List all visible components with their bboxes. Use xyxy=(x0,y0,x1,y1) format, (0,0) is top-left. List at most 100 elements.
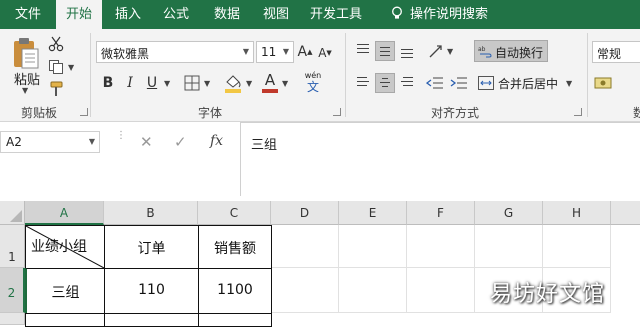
align-top-button[interactable] xyxy=(353,41,373,61)
borders-dropdown-icon[interactable]: ▼ xyxy=(204,79,210,88)
insert-function-icon[interactable]: fx xyxy=(210,133,223,149)
cell-a1-value: 业绩小组 xyxy=(31,239,87,255)
group-divider xyxy=(587,33,588,117)
font-name-combo[interactable]: 微软雅黑 ▼ xyxy=(96,41,254,63)
cell-c1[interactable]: 销售额 xyxy=(198,225,272,269)
cell[interactable] xyxy=(407,225,475,268)
column-header-b[interactable]: B xyxy=(104,201,198,225)
column-header-partial[interactable] xyxy=(611,201,640,225)
watermark-text: 易坊好文馆 xyxy=(490,282,606,307)
clipboard-launcher-icon[interactable] xyxy=(80,108,88,116)
number-format-value: 常规 xyxy=(597,47,622,61)
wrap-text-button[interactable]: ab 自动换行 xyxy=(474,40,548,62)
wrap-text-icon: ab xyxy=(478,46,492,58)
tell-me-search[interactable]: 操作说明搜索 xyxy=(410,0,492,29)
cell[interactable] xyxy=(339,225,407,268)
tab-data[interactable]: 数据 xyxy=(206,0,248,29)
name-box[interactable]: A2 ▼ xyxy=(0,131,100,153)
phonetic-guide-top: wén xyxy=(304,71,322,80)
align-bottom-button[interactable] xyxy=(397,41,417,61)
copy-icon[interactable] xyxy=(48,59,64,75)
cell-b2[interactable]: 110 xyxy=(104,268,199,314)
paste-dropdown-icon[interactable]: ▼ xyxy=(22,86,28,95)
orientation-dropdown-icon[interactable]: ▼ xyxy=(447,47,453,56)
tab-home[interactable]: 开始 xyxy=(56,0,102,29)
font-size-combo[interactable]: 11 ▼ xyxy=(256,41,294,63)
clipboard-group-label: 剪贴板 xyxy=(20,106,57,120)
lightbulb-icon xyxy=(392,6,402,19)
formula-input[interactable]: 三组 xyxy=(240,122,640,196)
number-group-label-partial: 数 xyxy=(633,106,640,118)
shrink-font-icon[interactable]: A ▼ xyxy=(318,44,332,62)
underline-button[interactable]: U xyxy=(144,73,160,93)
tab-formulas[interactable]: 公式 xyxy=(156,0,196,29)
cell[interactable] xyxy=(543,225,611,268)
align-left-button[interactable] xyxy=(353,73,373,93)
cell[interactable] xyxy=(339,268,407,313)
phonetic-guide-icon[interactable]: wén 文 xyxy=(300,71,326,95)
cell[interactable] xyxy=(271,268,339,313)
cell[interactable] xyxy=(407,268,475,313)
font-color-icon[interactable]: A xyxy=(262,71,278,89)
cell-b1[interactable]: 订单 xyxy=(104,225,199,269)
select-all-button[interactable] xyxy=(0,201,25,225)
cell-c1-value: 销售额 xyxy=(214,241,256,257)
number-format-combo[interactable]: 常规 xyxy=(592,41,640,63)
cell-a2[interactable]: 三组 xyxy=(25,268,105,314)
row-header-2[interactable]: 2 xyxy=(0,268,25,313)
chevron-down-icon: ▼ xyxy=(88,137,95,146)
fill-color-icon[interactable] xyxy=(224,73,242,93)
cell-b2-value: 110 xyxy=(138,282,165,298)
cell-c2[interactable]: 1100 xyxy=(198,268,272,314)
column-header-d[interactable]: D xyxy=(271,201,339,225)
formula-bar-grip-icon[interactable]: ⋮ xyxy=(116,131,126,151)
underline-dropdown-icon[interactable]: ▼ xyxy=(164,79,170,88)
column-header-h[interactable]: H xyxy=(543,201,611,225)
grow-font-icon[interactable]: A ▲ xyxy=(298,42,313,62)
cell-b1-value: 订单 xyxy=(137,241,166,257)
alignment-launcher-icon[interactable] xyxy=(574,108,582,116)
fill-color-dropdown-icon[interactable]: ▼ xyxy=(246,79,252,88)
column-header-e[interactable]: E xyxy=(339,201,407,225)
merge-center-button[interactable]: 合并后居中 ▼ xyxy=(474,72,584,94)
italic-button[interactable]: I xyxy=(122,73,138,93)
row-header-1[interactable]: 1 xyxy=(0,225,25,268)
font-launcher-icon[interactable] xyxy=(333,108,341,116)
cell-a2-value: 三组 xyxy=(51,285,80,301)
format-painter-icon[interactable] xyxy=(48,81,64,97)
align-right-button[interactable] xyxy=(397,73,417,93)
column-header-c[interactable]: C xyxy=(198,201,271,225)
decrease-indent-icon[interactable] xyxy=(426,75,444,91)
cut-icon[interactable] xyxy=(48,36,64,52)
column-header-a[interactable]: A xyxy=(25,201,104,225)
cell[interactable] xyxy=(475,225,543,268)
font-size-value: 11 xyxy=(261,45,277,59)
copy-dropdown-icon[interactable]: ▼ xyxy=(68,63,74,72)
align-center-button[interactable] xyxy=(375,73,395,93)
align-middle-button[interactable] xyxy=(375,41,395,61)
paste-icon[interactable] xyxy=(12,37,40,69)
chevron-down-icon: ▼ xyxy=(242,47,249,56)
font-color-dropdown-icon[interactable]: ▼ xyxy=(282,79,288,88)
orientation-icon[interactable] xyxy=(428,43,444,59)
svg-text:ab: ab xyxy=(478,46,486,53)
tab-developer[interactable]: 开发工具 xyxy=(304,0,368,29)
tab-insert[interactable]: 插入 xyxy=(108,0,148,29)
cell[interactable] xyxy=(271,225,339,268)
column-header-g[interactable]: G xyxy=(475,201,543,225)
tab-file[interactable]: 文件 xyxy=(8,0,48,29)
formula-controls: ✕ ✓ fx xyxy=(130,131,240,153)
font-color-letter: A xyxy=(264,71,276,89)
column-header-f[interactable]: F xyxy=(407,201,475,225)
shrink-font-letter: A xyxy=(318,46,327,60)
enter-icon[interactable]: ✓ xyxy=(174,133,187,151)
row-header-3[interactable] xyxy=(0,313,25,325)
ribbon-tab-bar: 文件 开始 插入 公式 数据 视图 开发工具 操作说明搜索 xyxy=(0,0,640,29)
cancel-icon[interactable]: ✕ xyxy=(140,133,153,151)
bold-button[interactable]: B xyxy=(100,73,116,93)
increase-indent-icon[interactable] xyxy=(450,75,468,91)
cell-a1[interactable]: 业绩小组 xyxy=(25,225,105,269)
accounting-format-icon[interactable] xyxy=(594,75,614,93)
tab-view[interactable]: 视图 xyxy=(256,0,296,29)
borders-icon[interactable] xyxy=(184,75,200,91)
